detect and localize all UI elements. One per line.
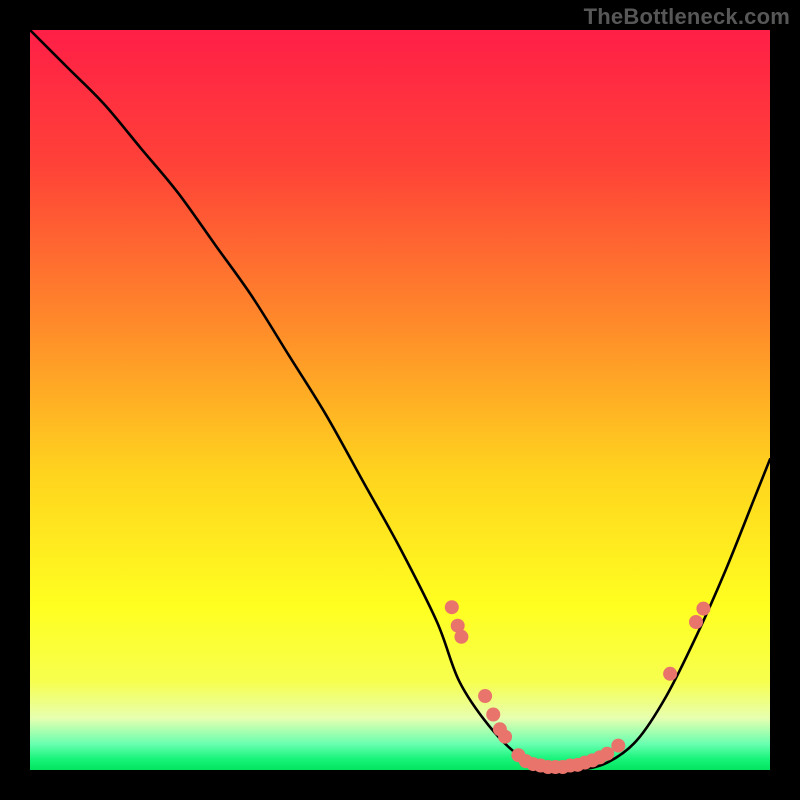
plot-background — [30, 30, 770, 770]
data-marker — [663, 667, 677, 681]
data-marker — [478, 689, 492, 703]
data-marker — [498, 730, 512, 744]
bottleneck-chart — [0, 0, 800, 800]
data-marker — [689, 615, 703, 629]
watermark-text: TheBottleneck.com — [584, 4, 790, 30]
data-marker — [611, 739, 625, 753]
data-marker — [486, 708, 500, 722]
data-marker — [445, 600, 459, 614]
data-marker — [696, 602, 710, 616]
data-marker — [454, 630, 468, 644]
